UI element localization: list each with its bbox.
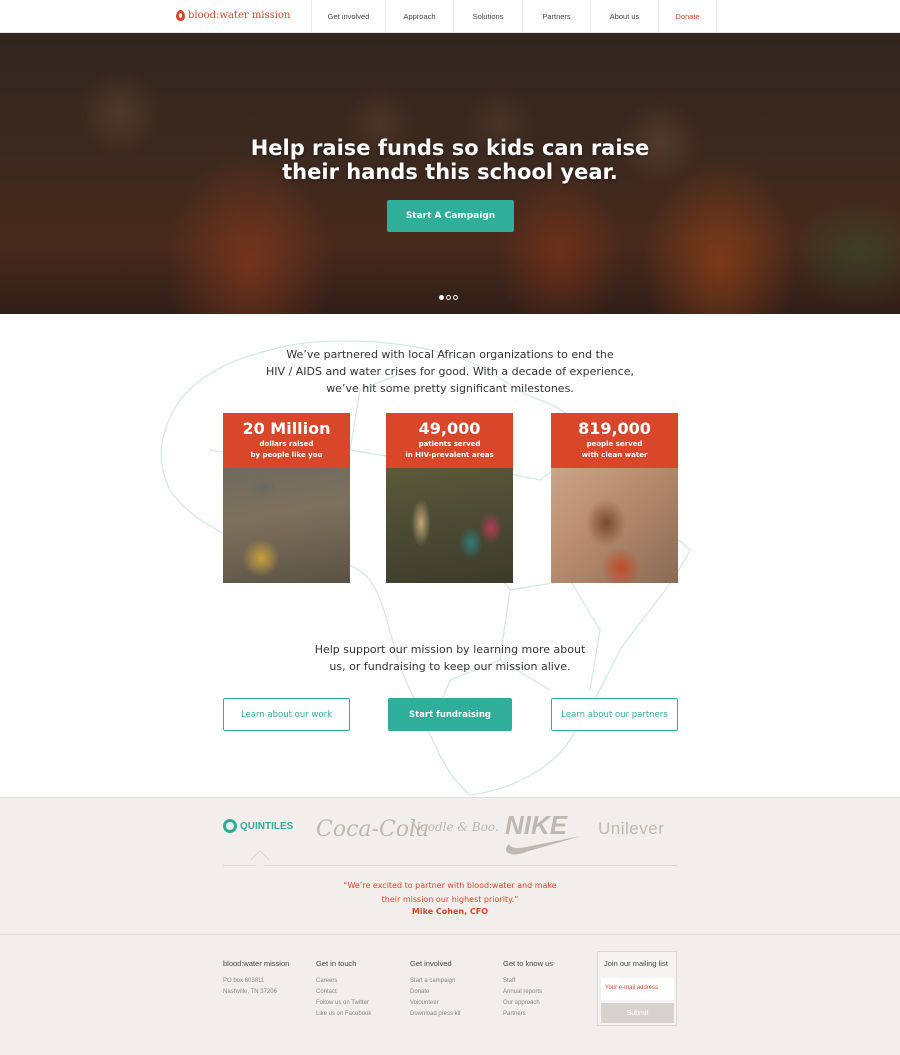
footer-org-name: blood:water mission	[223, 959, 290, 968]
stat-label-1: dollars raised	[259, 440, 314, 448]
water-pipe-photo	[223, 468, 350, 583]
logo-text: blood:water mission	[188, 10, 291, 21]
stat-label-2: in HIV-prevalent areas	[405, 451, 494, 459]
hero-banner: Help raise funds so kids can raise their…	[0, 33, 900, 314]
support-line1: Help support our mission by learning mor…	[314, 643, 586, 656]
footer-address-line1: PO box 603811	[223, 978, 265, 984]
footer-address-line2: Nashville, TN 37206	[223, 989, 277, 995]
nav-get-involved[interactable]: Get involved	[311, 0, 385, 33]
footer-col-get-involved: Get involved Start a campaign Donate Vol…	[410, 959, 461, 1020]
noodle-and-boo-logo[interactable]: Noodle & Boo.	[410, 820, 499, 834]
footer-col-heading: Get to know us	[503, 959, 554, 968]
hero-title: Help raise funds so kids can raise their…	[0, 136, 900, 184]
partners-divider	[223, 865, 677, 866]
top-nav: blood:water mission Get involved Approac…	[0, 0, 900, 33]
stat-label-2: with clean water	[581, 451, 648, 459]
footer-link-staff[interactable]: Staff	[503, 976, 553, 987]
intro-line1: We’ve partnered with local African organ…	[286, 348, 614, 361]
footer-link-annual-reports[interactable]: Annual reports	[503, 987, 553, 998]
footer-link-twitter[interactable]: Follow us on Twitter	[316, 998, 371, 1009]
unilever-logo[interactable]: Unilever	[598, 819, 664, 839]
hero-title-line1: Help raise funds so kids can raise	[250, 136, 650, 160]
quintiles-ring-icon	[223, 819, 237, 833]
stat-value: 819,000	[578, 419, 651, 438]
stat-card-patients[interactable]: 49,000 patients served in HIV-prevalent …	[386, 413, 513, 583]
footer-link-donate[interactable]: Donate	[410, 987, 461, 998]
quote-author: Mike Cohen, CFO	[411, 907, 489, 916]
footer-link-start-campaign[interactable]: Start a campaign	[410, 976, 461, 987]
smiling-woman-photo	[551, 468, 678, 583]
stat-label-1: people served	[586, 440, 643, 448]
footer-link-contact[interactable]: Contact	[316, 987, 371, 998]
support-text: Help support our mission by learning mor…	[300, 641, 600, 675]
footer-link-careers[interactable]: Careers	[316, 976, 371, 987]
footer-link-partners[interactable]: Partners	[503, 1009, 553, 1020]
nav-about-us[interactable]: About us	[590, 0, 658, 33]
carousel-dot-2[interactable]	[446, 295, 451, 300]
carousel-dot-3[interactable]	[453, 295, 458, 300]
blood-drop-icon	[176, 10, 185, 21]
quote-line2: their mission our highest priority.”	[381, 895, 519, 904]
footer-col-heading: Get involved	[410, 959, 452, 968]
main-menu: Get involved Approach Solutions Partners…	[311, 0, 717, 33]
quintiles-logo-text: QUINTILES	[240, 820, 294, 832]
logo[interactable]: blood:water mission	[176, 10, 290, 21]
nav-solutions[interactable]: Solutions	[453, 0, 522, 33]
footer-link-facebook[interactable]: Like us on Facebook	[316, 1009, 371, 1020]
stat-card-dollars[interactable]: 20 Million dollars raised by people like…	[223, 413, 350, 583]
stat-header: 49,000 patients served in HIV-prevalent …	[386, 413, 513, 468]
footer: blood:water mission PO box 603811 Nashvi…	[0, 934, 900, 1055]
start-campaign-button[interactable]: Start A Campaign	[387, 200, 514, 232]
community-group-photo	[386, 468, 513, 583]
quote-line1: “We’re excited to partner with blood:wat…	[343, 881, 557, 890]
stat-value: 20 Million	[242, 419, 331, 438]
quintiles-logo[interactable]: QUINTILES	[223, 819, 293, 833]
footer-col-get-to-know-us: Get to know us Staff Annual reports Our …	[503, 959, 553, 1020]
footer-link-press-kit[interactable]: Download press kit	[410, 1009, 461, 1020]
carousel-dot-1[interactable]	[439, 295, 444, 300]
learn-about-work-button[interactable]: Learn about our work	[223, 698, 350, 731]
stat-value: 49,000	[418, 419, 481, 438]
nav-partners[interactable]: Partners	[522, 0, 590, 33]
stat-header: 20 Million dollars raised by people like…	[223, 413, 350, 468]
hero-title-line2: their hands this school year.	[282, 160, 618, 184]
stat-header: 819,000 people served with clean water	[551, 413, 678, 468]
carousel-dots	[439, 295, 458, 300]
stat-label-1: patients served	[418, 440, 481, 448]
nav-donate[interactable]: Donate	[658, 0, 717, 33]
footer-col-get-in-touch: Get in touch Careers Contact Follow us o…	[316, 959, 371, 1020]
stat-label-2: by people like you	[250, 451, 323, 459]
footer-org: blood:water mission PO box 603811 Nashvi…	[223, 959, 289, 998]
mailing-list-heading: Join our mailing list	[604, 959, 668, 968]
partners-section: QUINTILES Coca-Cola Noodle & Boo. NIKE U…	[0, 797, 900, 934]
submit-button[interactable]: Submit	[601, 1003, 674, 1023]
support-line2: us, or fundraising to keep our mission a…	[329, 660, 571, 673]
partner-quote: “We’re excited to partner with blood:wat…	[300, 879, 600, 907]
footer-link-volunteer[interactable]: Volounteer	[410, 998, 461, 1009]
learn-about-partners-button[interactable]: Learn about our partners	[551, 698, 678, 731]
email-field[interactable]: Your e-mail address	[601, 978, 674, 1000]
stat-card-water[interactable]: 819,000 people served with clean water	[551, 413, 678, 583]
start-fundraising-button[interactable]: Start fundraising	[388, 698, 512, 731]
intro-line2: HIV / AIDS and water crises for good. Wi…	[266, 365, 634, 378]
intro-text: We’ve partnered with local African organ…	[250, 346, 650, 397]
nav-approach[interactable]: Approach	[385, 0, 453, 33]
footer-link-our-approach[interactable]: Our approach	[503, 998, 553, 1009]
footer-col-heading: Get in touch	[316, 959, 357, 968]
mailing-list-box: Join our mailing list Your e-mail addres…	[597, 951, 677, 1026]
nike-swoosh-icon	[505, 836, 581, 855]
divider-notch	[250, 850, 270, 870]
intro-line3: we’ve hit some pretty significant milest…	[326, 382, 574, 395]
